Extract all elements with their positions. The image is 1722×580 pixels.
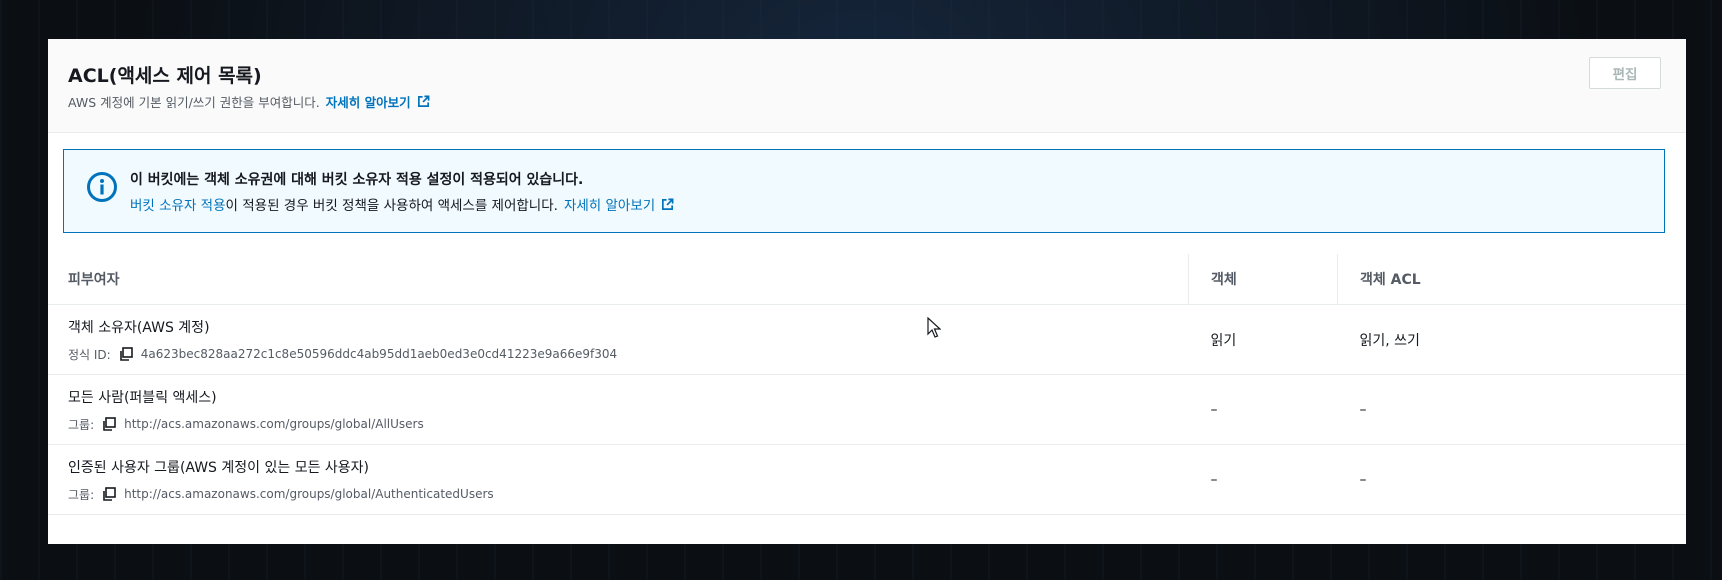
- info-alert: 이 버킷에는 객체 소유권에 대해 버킷 소유자 적용 설정이 적용되어 있습니…: [63, 149, 1665, 233]
- edit-button[interactable]: 편집: [1589, 57, 1661, 89]
- grantee-id-value: http://acs.amazonaws.com/groups/global/A…: [124, 487, 494, 501]
- panel-header: ACL(액세스 제어 목록) AWS 계정에 기본 읽기/쓰기 권한을 부여합니…: [48, 39, 1686, 133]
- grantee-id-label: 그룹:: [68, 487, 95, 502]
- alert-body-text: 이 적용된 경우 버킷 정책을 사용하여 액세스를 제어합니다.: [225, 198, 558, 214]
- acl-table: 피부여자 객체 객체 ACL 객체 소유자(AWS 계정) 정식 ID: 4a6…: [48, 254, 1686, 515]
- grantee-name: 인증된 사용자 그룹(AWS 계정이 있는 모든 사용자): [68, 459, 370, 476]
- grantee-cell: 모든 사람(퍼블릭 액세스) 그룹: http://acs.amazonaws.…: [48, 374, 1189, 445]
- grantee-id-label: 정식 ID:: [68, 347, 111, 362]
- object-acl-permission: –: [1337, 444, 1686, 515]
- panel-title: ACL(액세스 제어 목록): [68, 65, 262, 87]
- grantee-id: 그룹: http://acs.amazonaws.com/groups/glob…: [68, 416, 1189, 433]
- bucket-owner-enforced-link[interactable]: 버킷 소유자 적용: [130, 194, 226, 214]
- external-link-icon[interactable]: [417, 95, 430, 108]
- mouse-cursor-icon: [927, 317, 941, 338]
- grantee-cell: 인증된 사용자 그룹(AWS 계정이 있는 모든 사용자) 그룹: http:/…: [48, 444, 1189, 515]
- header-grantee: 피부여자: [48, 254, 1189, 305]
- header-object-acl: 객체 ACL: [1337, 254, 1686, 305]
- table-header-row: 피부여자 객체 객체 ACL: [48, 254, 1686, 305]
- copy-icon[interactable]: [119, 347, 133, 361]
- info-icon: [87, 172, 117, 202]
- external-link-icon[interactable]: [661, 198, 674, 211]
- copy-icon[interactable]: [102, 487, 116, 501]
- learn-more-link[interactable]: 자세히 알아보기: [326, 92, 411, 111]
- copy-icon[interactable]: [102, 417, 116, 431]
- object-acl-permission: 읽기, 쓰기: [1337, 304, 1686, 375]
- acl-panel: ACL(액세스 제어 목록) AWS 계정에 기본 읽기/쓰기 권한을 부여합니…: [48, 39, 1686, 544]
- alert-learn-more-link[interactable]: 자세히 알아보기: [564, 194, 655, 214]
- grantee-id: 정식 ID: 4a623bec828aa272c1c8e50596ddc4ab9…: [68, 346, 1189, 363]
- header-object: 객체: [1188, 254, 1338, 305]
- object-permission: –: [1188, 444, 1338, 515]
- grantee-cell: 객체 소유자(AWS 계정) 정식 ID: 4a623bec828aa272c1…: [48, 304, 1189, 375]
- table-row: 모든 사람(퍼블릭 액세스) 그룹: http://acs.amazonaws.…: [48, 374, 1686, 445]
- grantee-name: 객체 소유자(AWS 계정): [68, 319, 210, 336]
- table-row: 인증된 사용자 그룹(AWS 계정이 있는 모든 사용자) 그룹: http:/…: [48, 444, 1686, 515]
- object-permission: –: [1188, 374, 1338, 445]
- grantee-id-label: 그룹:: [68, 417, 95, 432]
- subtitle-text: AWS 계정에 기본 읽기/쓰기 권한을 부여합니다.: [68, 95, 320, 110]
- object-permission: 읽기: [1188, 304, 1338, 375]
- alert-body: 버킷 소유자 적용 이 적용된 경우 버킷 정책을 사용하여 액세스를 제어합니…: [130, 194, 674, 214]
- grantee-name: 모든 사람(퍼블릭 액세스): [68, 389, 217, 406]
- grantee-id: 그룹: http://acs.amazonaws.com/groups/glob…: [68, 486, 1189, 503]
- object-acl-permission: –: [1337, 374, 1686, 445]
- alert-title: 이 버킷에는 객체 소유권에 대해 버킷 소유자 적용 설정이 적용되어 있습니…: [130, 172, 584, 188]
- grantee-id-value: http://acs.amazonaws.com/groups/global/A…: [124, 417, 424, 431]
- table-row: 객체 소유자(AWS 계정) 정식 ID: 4a623bec828aa272c1…: [48, 304, 1686, 375]
- panel-subtitle: AWS 계정에 기본 읽기/쓰기 권한을 부여합니다. 자세히 알아보기: [68, 92, 430, 111]
- grantee-id-value: 4a623bec828aa272c1c8e50596ddc4ab95dd1aeb…: [140, 347, 618, 361]
